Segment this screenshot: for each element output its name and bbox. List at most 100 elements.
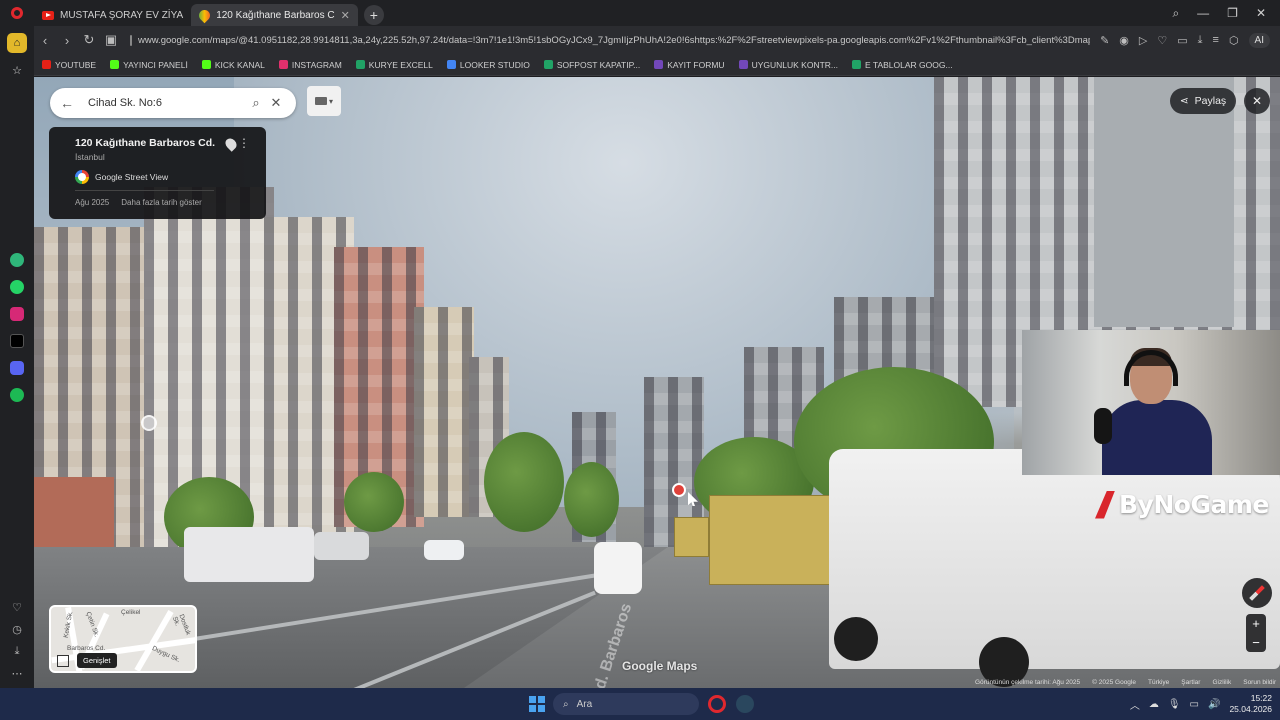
close-window-button[interactable]: ✕	[1256, 6, 1266, 20]
tab-close-icon[interactable]: ✕	[341, 9, 350, 22]
youtube-icon	[42, 10, 54, 20]
close-icon[interactable]: ✕	[266, 95, 286, 111]
share-button[interactable]: ⋖ Paylaş	[1170, 88, 1236, 114]
tab-google-maps[interactable]: 120 Kağıthane Barbaros C ✕	[191, 4, 358, 26]
sheets-icon	[852, 60, 862, 69]
clock[interactable]: 15:22 25.04.2026	[1229, 693, 1272, 715]
region-link[interactable]: Türkiye	[1148, 679, 1169, 686]
close-street-view-button[interactable]: ✕	[1244, 88, 1270, 114]
volume-icon[interactable]: 🔊	[1208, 699, 1220, 710]
place-marker[interactable]	[672, 483, 686, 497]
search-icon: ⌕	[563, 698, 569, 710]
download-icon[interactable]: ⤓	[15, 645, 20, 658]
tab-youtube[interactable]: MUSTAFA ŞORAY EV ZİYA	[34, 4, 191, 26]
minimize-button[interactable]: —	[1197, 6, 1209, 20]
bookmark-uygunluk[interactable]: UYGUNLUK KONTR...	[738, 60, 838, 70]
star-icon[interactable]: ☆	[7, 60, 27, 80]
history-icon[interactable]: ◷	[12, 623, 22, 636]
bookmark-kurye-excell[interactable]: KURYE EXCELL	[355, 60, 433, 70]
microphone-icon[interactable]: 🎙	[1168, 699, 1181, 710]
youtube-icon	[42, 60, 51, 69]
privacy-link[interactable]: Gizlilik	[1212, 679, 1231, 686]
new-tab-button[interactable]: +	[363, 4, 384, 25]
instagram-icon[interactable]	[10, 307, 24, 321]
instagram-icon	[278, 60, 288, 69]
bookmark-e-tablolar[interactable]: E TABLOLAR GOOG...	[852, 60, 953, 70]
bookmark-looker-studio[interactable]: LOOKER STUDIO	[446, 60, 530, 70]
bookmark-kayit-formu[interactable]: KAYIT FORMU	[654, 60, 725, 70]
extensions-icon[interactable]: ⬡	[1229, 34, 1239, 47]
bookmark-instagram[interactable]: INSTAGRAM	[278, 60, 342, 70]
bookmark-youtube[interactable]: YOUTUBE	[42, 60, 96, 70]
layers-button[interactable]: ▾	[307, 86, 341, 116]
brand-mark-icon	[1095, 490, 1115, 519]
bookmark-yayinci-paneli[interactable]: YAYINCI PANELİ	[110, 60, 188, 70]
webcam-overlay	[1022, 330, 1280, 475]
tab-label: 120 Kağıthane Barbaros C	[216, 9, 335, 21]
chevron-down-icon: ▾	[328, 96, 333, 106]
zoom-in-button[interactable]: +	[1252, 616, 1260, 631]
search-input[interactable]	[88, 97, 246, 109]
x-icon[interactable]	[10, 334, 24, 348]
van-wheel	[834, 617, 878, 661]
url-text: www.google.com/maps/@41.0951182,28.99148…	[138, 34, 1091, 46]
street-view-marker[interactable]	[141, 415, 157, 431]
site-info-icon[interactable]	[130, 34, 132, 46]
url-field[interactable]: www.google.com/maps/@41.0951182,28.99148…	[130, 30, 1090, 50]
more-options-icon[interactable]: ⋮	[238, 136, 250, 150]
taskbar-search[interactable]: ⌕ Ara	[553, 693, 699, 715]
minimap[interactable]: Çelikel Çetin Sk. Kekik Sk. Dostluk Sk. …	[49, 605, 197, 673]
opera-icon[interactable]	[708, 695, 726, 713]
heart-icon[interactable]: ♡	[12, 601, 22, 614]
vpn-icon[interactable]: ▣	[100, 32, 122, 48]
onedrive-icon[interactable]: ☁	[1149, 699, 1159, 710]
minimap-label: Duygu Sk.	[150, 644, 182, 665]
forward-icon[interactable]: ›	[56, 33, 78, 48]
network-icon[interactable]: ▭	[1190, 699, 1199, 710]
kick-icon	[201, 60, 211, 69]
tree	[484, 432, 564, 532]
report-problem-link[interactable]: Sorun bildir	[1243, 679, 1276, 686]
bookmark-sofpost[interactable]: SOFPOST KAPATIP...	[543, 60, 640, 70]
reload-icon[interactable]: ↻	[78, 32, 100, 48]
address-bar-actions: ✎ ◉ ▷ ♡ ▭ ⤓ ≡ ⬡ AI	[1090, 32, 1280, 48]
steam-icon[interactable]	[736, 695, 754, 713]
zoom-out-button[interactable]: −	[1252, 635, 1260, 650]
camera-icon[interactable]: ◉	[1119, 34, 1129, 47]
maximize-button[interactable]: ❐	[1227, 6, 1238, 20]
compass-button[interactable]	[1242, 578, 1272, 608]
download-icon[interactable]: ⤓	[1198, 34, 1203, 47]
search-tabs-icon[interactable]: ⌕	[1172, 6, 1179, 21]
menu-icon[interactable]: ≡	[1213, 34, 1219, 46]
play-icon[interactable]: ▷	[1139, 34, 1147, 47]
expand-icon[interactable]	[57, 655, 69, 667]
discord-icon[interactable]	[10, 361, 24, 375]
opera-sidebar: ⌂ ☆ ♡ ◷ ⤓ ⋯	[0, 26, 34, 688]
spotify-icon[interactable]	[10, 388, 24, 402]
bookmark-kick-kanal[interactable]: KICK KANAL	[201, 60, 265, 70]
sheets-icon	[355, 60, 365, 69]
aria-icon[interactable]	[10, 253, 24, 267]
windows-start-icon[interactable]	[529, 696, 545, 712]
chevron-up-icon[interactable]: ︿	[1130, 697, 1140, 712]
more-dates-link[interactable]: Daha fazla tarih göster	[121, 198, 202, 207]
source-label: Google Street View	[95, 172, 169, 182]
back-icon[interactable]: ‹	[34, 33, 56, 48]
clock-date: 25.04.2026	[1229, 704, 1272, 714]
forms-icon	[738, 60, 748, 69]
building-facade	[1094, 77, 1234, 327]
windows-taskbar: ⌕ Ara ︿ ☁ 🎙 ▭ 🔊 15:22 25.04.2026	[0, 688, 1280, 720]
search-icon[interactable]: ⌕	[246, 95, 266, 111]
video-popout-icon[interactable]: ▭	[1177, 34, 1187, 47]
heart-icon[interactable]: ♡	[1157, 34, 1167, 47]
maps-search-box: ← ⌕ ✕	[50, 88, 296, 118]
more-icon[interactable]: ⋯	[12, 667, 23, 680]
forms-icon	[654, 60, 664, 69]
whatsapp-icon[interactable]	[10, 280, 24, 294]
terms-link[interactable]: Şartlar	[1181, 679, 1200, 686]
opera-logo-icon[interactable]	[0, 0, 34, 26]
home-icon[interactable]: ⌂	[7, 33, 27, 53]
edit-icon[interactable]: ✎	[1100, 34, 1109, 47]
arrow-left-icon[interactable]: ←	[60, 95, 82, 111]
ai-button[interactable]: AI	[1248, 32, 1270, 48]
